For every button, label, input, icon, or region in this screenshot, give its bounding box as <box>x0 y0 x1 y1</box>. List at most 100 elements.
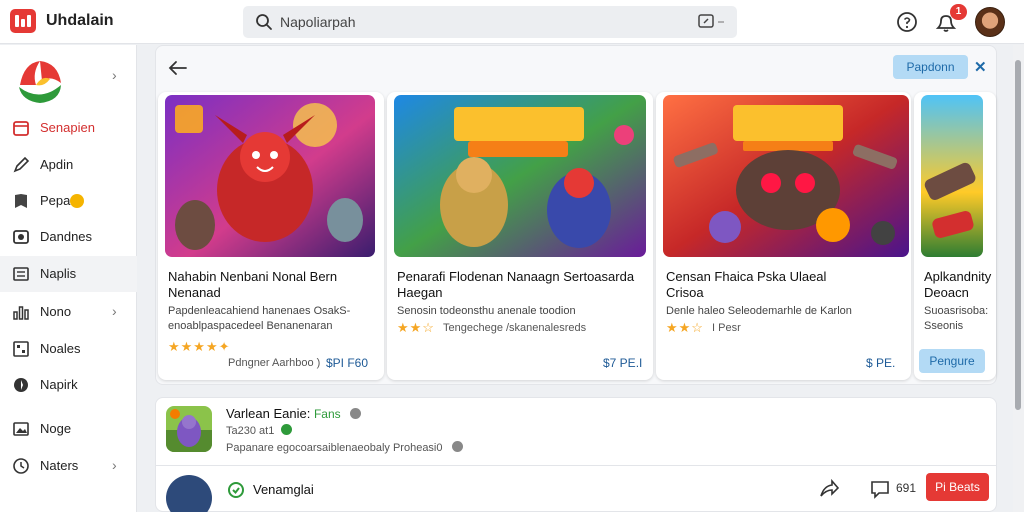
game-cover-image <box>394 95 646 257</box>
game-card[interactable]: Nahabin Nenbani Nonal Bern Nenanad Papde… <box>158 92 384 380</box>
game-card[interactable]: Censan Fhaica Pska Ulaeal Crisoa Denle h… <box>656 92 911 380</box>
scrollbar-thumb[interactable] <box>1015 60 1021 410</box>
listing-subtitle-row: Ta230 at1 <box>226 424 293 437</box>
sidebar-item-label: Noales <box>40 341 81 356</box>
chevron-right-icon: › <box>112 457 117 473</box>
card-title-line2: Crisoa <box>666 285 704 300</box>
verified-icon <box>281 424 293 435</box>
sidebar-item-label: Naplis <box>40 266 77 281</box>
app-title: Uhdalain <box>46 12 114 29</box>
chart-icon <box>13 306 29 320</box>
rating-stars: ★★★★✦ <box>168 339 231 354</box>
listing-panel: Varlean Eanie: Fans Ta230 at1 Papanare e… <box>155 397 997 512</box>
close-icon[interactable]: ✕ <box>974 58 987 76</box>
sidebar-item-label: Pepa <box>40 193 71 208</box>
username[interactable]: Venamglai <box>253 482 314 497</box>
search-bar[interactable]: Napoliarpah <box>243 6 737 38</box>
top-action-button[interactable]: Papdonn <box>893 55 968 79</box>
game-card[interactable]: Penarafi Flodenan Nanaagn Sertoasarda Ha… <box>387 92 653 380</box>
card-title: Penarafi Flodenan Nanaagn Sertoasarda <box>397 269 635 284</box>
sidebar-item-nono[interactable]: Nono › <box>0 294 137 330</box>
user-avatar[interactable] <box>166 475 212 512</box>
game-app-icon[interactable] <box>166 406 212 452</box>
sidebar: › Senapien Apdin Pepa Dandnes Naplis Non… <box>0 45 137 512</box>
chevron-right-icon: › <box>112 303 117 319</box>
card-description-line2: enoablpaspacedeel Benanenaran <box>168 320 333 332</box>
card-description-line2: Sseonis <box>924 320 964 332</box>
sidebar-item-label: Naters <box>40 458 79 473</box>
help-icon[interactable] <box>895 10 919 34</box>
purchase-button[interactable]: Pengure <box>919 349 985 373</box>
sidebar-item-pepa[interactable]: Pepa <box>0 183 137 219</box>
listing-sub: Ta230 at1 <box>226 425 275 437</box>
grid-icon <box>13 341 29 357</box>
sidebar-item-label: Dandnes <box>40 229 93 244</box>
brand-logo-icon[interactable] <box>14 55 66 107</box>
game-cover-image <box>663 95 909 257</box>
game-card[interactable]: Aplkandnity Deoacn Suoasrisoba: Sseonis … <box>914 92 996 380</box>
sidebar-item-naters[interactable]: Naters › <box>0 448 137 484</box>
featured-panel: Papdonn ✕ Nahabin Nenbani Nonal Bern Nen… <box>155 45 997 385</box>
compass-icon <box>14 378 28 392</box>
top-bar: Uhdalain Napoliarpah 1 <box>0 0 1024 44</box>
game-cover-image <box>165 95 375 257</box>
sidebar-item-label: Senapien <box>40 120 95 135</box>
card-title: Censan Fhaica Pska Ulaeal <box>666 269 827 284</box>
list-icon <box>13 267 29 281</box>
card-description: Senosin todeonsthu anenale toodion <box>397 305 576 317</box>
calendar-icon <box>13 121 29 136</box>
screen-search-icon[interactable] <box>697 13 727 31</box>
sidebar-item-label: Apdin <box>40 157 74 172</box>
card-meta: Tengechege /skanenalesreds <box>443 322 587 334</box>
sidebar-item-senapien[interactable]: Senapien <box>0 110 137 146</box>
sidebar-item-apdin[interactable]: Apdin <box>0 147 137 183</box>
sidebar-item-naplis[interactable]: Naplis <box>0 256 137 292</box>
card-description: Papdenleacahiend hanenaes OsakS- <box>168 305 351 317</box>
sidebar-item-noge[interactable]: Noge <box>0 411 137 447</box>
listing-description: Papanare egocoarsaiblenaeobaly Proheasi0 <box>226 442 443 454</box>
card-meta: Pdngner Aarhboo ) <box>228 357 321 369</box>
rating-stars: ★★☆ <box>666 320 704 335</box>
comment-count: 691 <box>896 481 917 495</box>
user-avatar[interactable] <box>975 7 1005 37</box>
image-icon <box>13 422 29 436</box>
card-title-line2: Nenanad <box>168 285 221 300</box>
clock-icon <box>13 458 29 474</box>
pen-icon <box>13 156 30 173</box>
card-meta: I Pesr <box>712 322 741 334</box>
rating-stars: ★★☆ <box>397 320 435 335</box>
listing-tag: Fans <box>313 407 341 421</box>
card-title: Aplkandnity <box>924 269 992 284</box>
status-dot <box>70 194 84 208</box>
card-title-line2: Haegan <box>397 285 443 300</box>
info-icon[interactable] <box>451 441 463 452</box>
search-icon <box>256 14 272 30</box>
sidebar-item-napirk[interactable]: Napirk <box>0 367 137 403</box>
listing-name: Varlean Eanie: <box>226 406 311 421</box>
card-price: $ PE. <box>866 356 896 370</box>
app-logo-icon[interactable] <box>10 9 36 33</box>
card-title: Nahabin Nenbani Nonal Bern <box>168 269 338 284</box>
comment-icon[interactable] <box>869 478 891 500</box>
search-input[interactable]: Napoliarpah <box>280 14 356 30</box>
sidebar-item-dandnes[interactable]: Dandnes <box>0 219 137 255</box>
chevron-right-icon[interactable]: › <box>112 67 117 83</box>
bookmark-icon <box>15 194 27 208</box>
listing-description-row: Papanare egocoarsaiblenaeobaly Proheasi0 <box>226 441 463 454</box>
sidebar-item-label: Nono <box>40 304 72 319</box>
card-price: $PI F60 <box>326 356 369 370</box>
sidebar-item-noales[interactable]: Noales <box>0 331 137 367</box>
info-icon[interactable] <box>350 408 362 419</box>
back-arrow-icon[interactable] <box>166 58 190 78</box>
primary-action-button[interactable]: Pi Beats <box>926 473 989 501</box>
card-price: $7 PE.I <box>603 356 643 370</box>
sidebar-item-label: Noge <box>40 421 72 436</box>
share-icon[interactable] <box>818 478 840 500</box>
card-description: Denle haleo Seleodemarhle de Karlon <box>666 305 852 317</box>
listing-title-row: Varlean Eanie: Fans <box>226 406 362 421</box>
divider <box>156 465 996 466</box>
sidebar-item-label: Napirk <box>40 377 78 392</box>
game-cover-image <box>921 95 983 257</box>
check-circle-icon <box>228 482 244 498</box>
camera-icon <box>13 230 29 244</box>
